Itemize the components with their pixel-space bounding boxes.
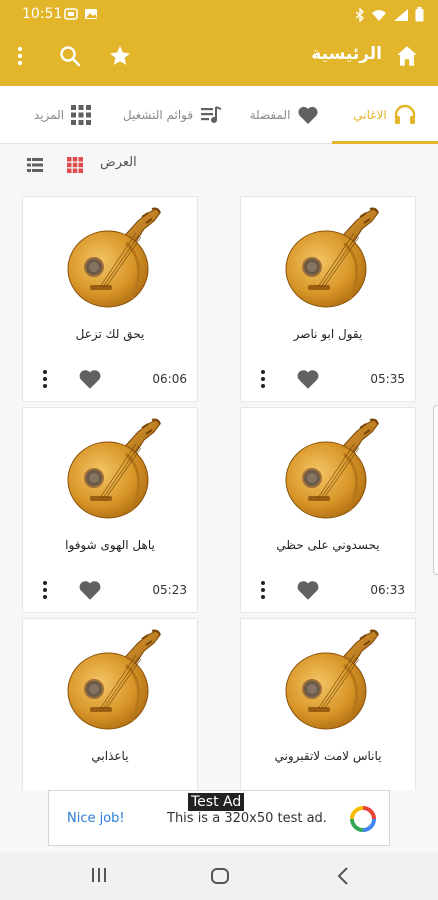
heart-icon[interactable] (77, 578, 103, 602)
oud-artwork (284, 418, 380, 520)
oud-artwork (66, 629, 162, 731)
song-card[interactable]: ياناس لامت لاتقبروني (240, 618, 416, 790)
oud-artwork (66, 207, 162, 309)
list-view-icon[interactable] (26, 156, 44, 174)
song-card[interactable]: يقول ابو ناصر 05:35 (240, 196, 416, 402)
song-title: ياناس لامت لاتقبروني (274, 749, 382, 763)
song-card[interactable]: يحسدوني على حظي 06:33 (240, 407, 416, 613)
home-icon[interactable] (394, 43, 420, 69)
gallery-icon (85, 9, 97, 19)
ad-tag: Test Ad (188, 793, 245, 811)
song-title: ياهل الهوى شوفوا (65, 538, 155, 552)
song-title: ياعذابي (91, 749, 129, 763)
app-bar: الرئيسية (0, 30, 438, 86)
song-duration: 05:35 (370, 372, 405, 386)
song-duration: 06:33 (370, 583, 405, 597)
song-card[interactable]: ياعذابي (22, 618, 198, 790)
status-time: 10:51 (22, 6, 63, 22)
oud-artwork (284, 207, 380, 309)
bluetooth-icon (355, 7, 365, 22)
tab-more[interactable]: المزيد (18, 86, 108, 144)
signal-icon (394, 8, 408, 21)
heart-icon[interactable] (295, 578, 321, 602)
ad-text: This is a 320x50 test ad. (167, 811, 327, 826)
more-vert-icon[interactable] (41, 369, 49, 389)
scroll-handle[interactable] (433, 405, 438, 575)
star-icon[interactable] (108, 44, 132, 68)
heart-icon[interactable] (77, 367, 103, 391)
song-title: يقول ابو ناصر (293, 327, 363, 341)
back-icon[interactable] (336, 866, 350, 886)
song-title: يحسدوني على حظي (276, 538, 380, 552)
search-icon[interactable] (58, 44, 82, 68)
oud-artwork (66, 418, 162, 520)
tab-playlists[interactable]: قوائم التشغيل (110, 86, 236, 144)
headphones-icon (394, 104, 415, 124)
song-duration: 05:23 (152, 583, 187, 597)
tab-favorites[interactable]: المفضلة (240, 86, 330, 144)
more-vert-icon[interactable] (14, 44, 26, 68)
status-bar: 10:51 (0, 0, 438, 30)
tab-songs-label: الاغاني (353, 108, 387, 122)
tab-favorites-label: المفضلة (249, 108, 291, 122)
notification-icon (64, 8, 78, 20)
home-nav-icon[interactable] (210, 866, 230, 886)
playlist-icon (201, 106, 222, 123)
heart-icon[interactable] (295, 367, 321, 391)
system-nav-bar (0, 852, 438, 900)
tab-bar: الاغاني المفضلة قوائم التشغيل المزيد (0, 86, 438, 144)
heart-icon (298, 106, 319, 124)
song-card[interactable]: ياهل الهوى شوفوا 05:23 (22, 407, 198, 613)
tab-playlists-label: قوائم التشغيل (122, 108, 194, 122)
tab-songs[interactable]: الاغاني (332, 86, 438, 144)
recents-icon[interactable] (90, 866, 108, 884)
more-vert-icon[interactable] (259, 580, 267, 600)
grid-view-icon[interactable] (66, 156, 84, 174)
song-title: يحق لك تزعل (75, 327, 145, 341)
song-duration: 06:06 (152, 372, 187, 386)
grid-icon (71, 105, 92, 125)
battery-icon (415, 7, 424, 22)
page-title: الرئيسية (311, 44, 382, 64)
more-vert-icon[interactable] (259, 369, 267, 389)
ad-nice-text: Nice job! (67, 811, 125, 826)
more-vert-icon[interactable] (41, 580, 49, 600)
ad-logo-icon (350, 806, 376, 832)
oud-artwork (284, 629, 380, 731)
view-label: العرض (100, 155, 137, 170)
songs-grid: يقول ابو ناصر 05:35 يحق لك تزعل 06:06 يح… (0, 184, 438, 790)
tab-more-label: المزيد (33, 108, 65, 122)
wifi-icon (372, 9, 386, 21)
view-toggle-row: العرض (0, 144, 438, 184)
song-card[interactable]: يحق لك تزعل 06:06 (22, 196, 198, 402)
